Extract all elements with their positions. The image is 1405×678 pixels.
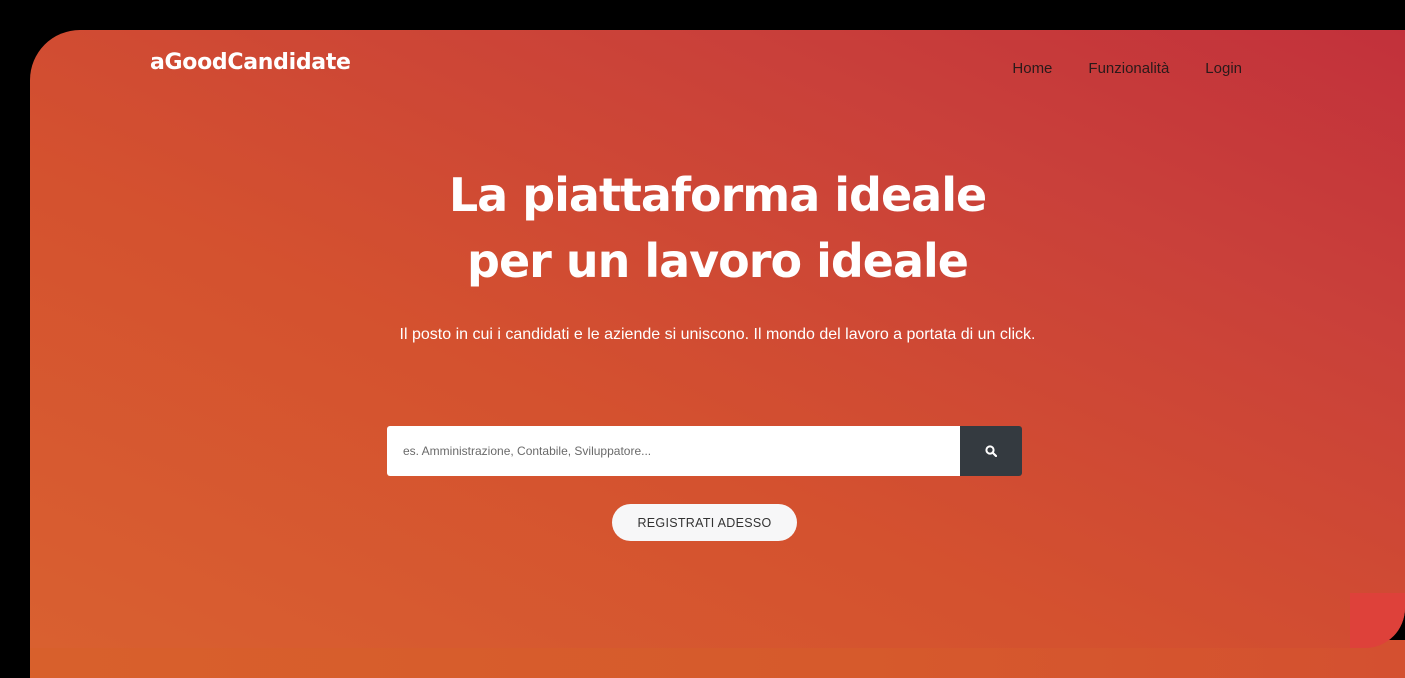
hero-subtitle: Il posto in cui i candidati e le aziende… [399, 326, 1036, 343]
job-search-form [387, 426, 1022, 476]
main-nav: Home Funzionalità Login [1012, 60, 1242, 77]
search-input[interactable] [387, 426, 960, 476]
hero-headline-line-2: per un lavoro ideale [467, 234, 969, 288]
brand-logo[interactable]: aGoodCandidate [150, 50, 351, 75]
search-button[interactable] [960, 426, 1022, 476]
hero-headline: La piattaforma ideale per un lavoro idea… [30, 162, 1405, 294]
register-button[interactable]: REGISTRATI ADESSO [612, 504, 797, 541]
hero-section: aGoodCandidate Home Funzionalità Login L… [30, 30, 1405, 648]
corner-accent [1350, 593, 1405, 648]
nav-features[interactable]: Funzionalità [1088, 60, 1169, 77]
nav-login[interactable]: Login [1205, 60, 1242, 77]
hero-headline-line-1: La piattaforma ideale [448, 168, 987, 222]
search-icon [985, 445, 997, 457]
nav-home[interactable]: Home [1012, 60, 1052, 77]
page: aGoodCandidate Home Funzionalità Login L… [0, 0, 1405, 678]
